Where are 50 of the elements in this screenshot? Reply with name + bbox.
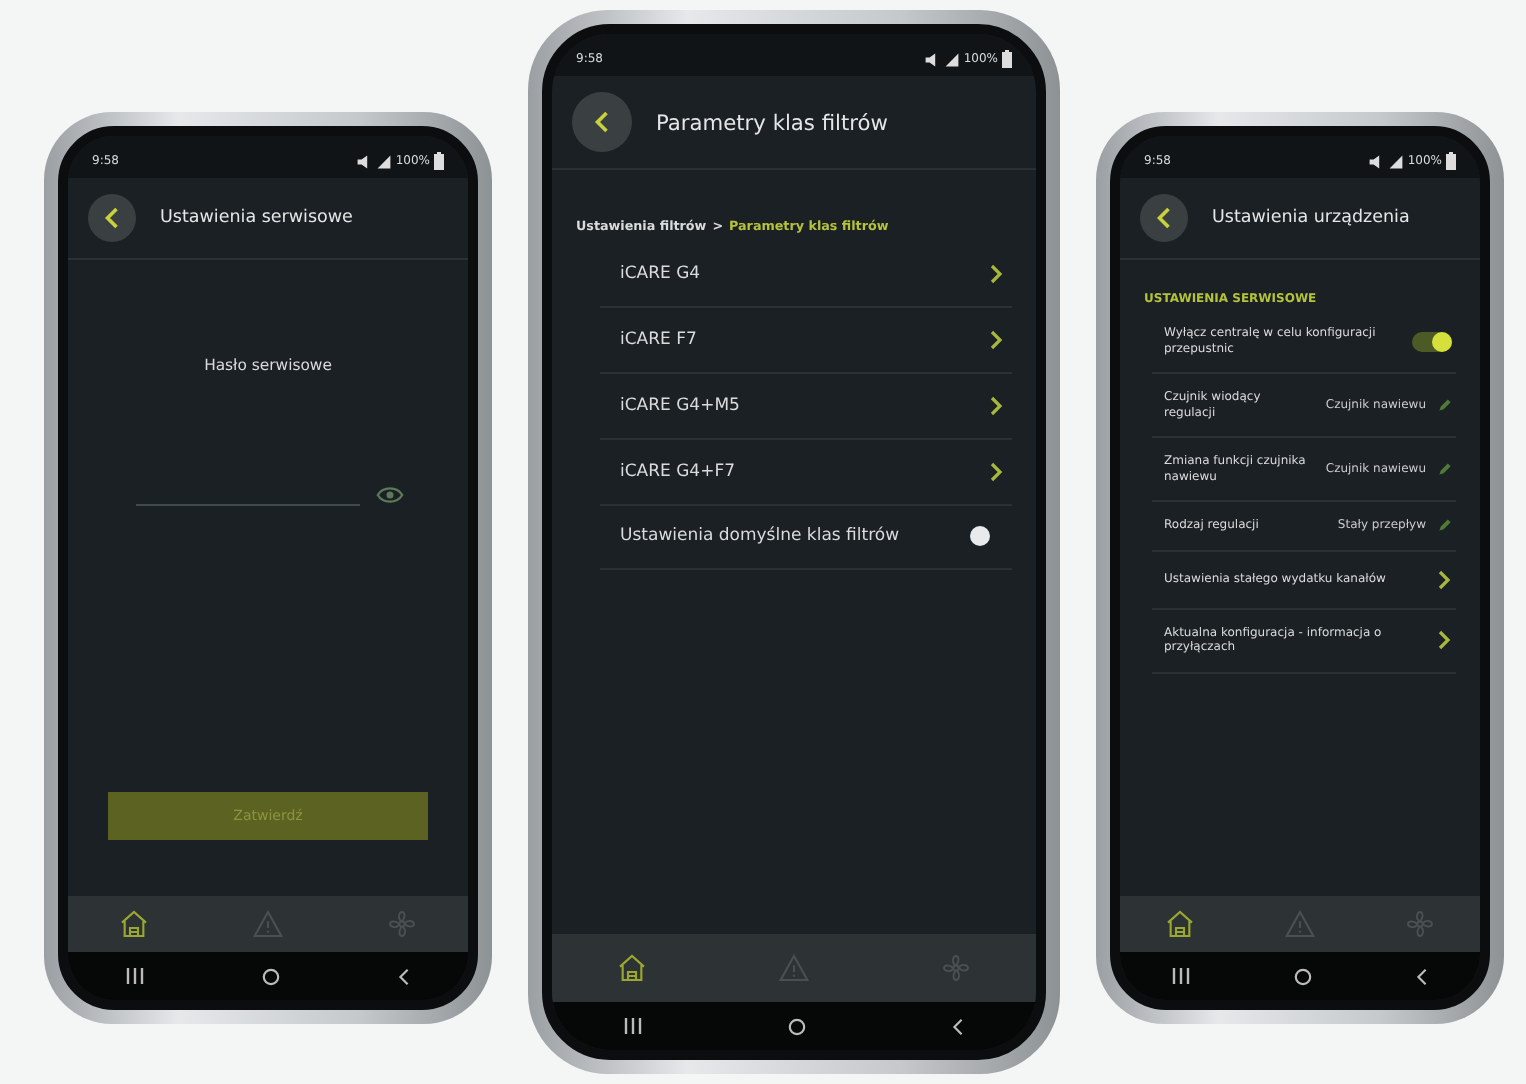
signal-icon — [943, 51, 960, 67]
home-circle-icon[interactable] — [1294, 967, 1312, 985]
chevron-right-icon — [1436, 567, 1452, 591]
home-circle-icon[interactable] — [787, 1017, 806, 1035]
toggle-switch[interactable] — [1412, 331, 1452, 351]
recent-apps-icon[interactable] — [126, 968, 145, 984]
chevron-right-icon — [988, 460, 1004, 484]
back-icon[interactable] — [397, 967, 410, 985]
home-circle-icon[interactable] — [261, 967, 280, 985]
menu-row[interactable]: iCARE F7 — [600, 308, 1012, 374]
row-label: iCARE F7 — [620, 329, 699, 351]
home-icon[interactable] — [616, 952, 649, 984]
home-icon[interactable] — [1164, 908, 1196, 940]
back-chevron-icon — [594, 110, 610, 134]
volume-icon — [923, 51, 940, 67]
chevron-right-icon — [988, 262, 1004, 286]
signal-icon — [1387, 153, 1404, 169]
row-label: iCARE G4 — [620, 263, 703, 285]
pencil-icon — [1438, 518, 1452, 533]
back-icon[interactable] — [1416, 967, 1428, 985]
back-button[interactable] — [1140, 194, 1188, 242]
signal-icon — [375, 153, 392, 169]
eye-icon[interactable] — [376, 486, 404, 504]
back-chevron-icon — [1156, 206, 1172, 230]
chevron-right-icon — [988, 328, 1004, 352]
back-chevron-icon — [104, 206, 120, 230]
chevron-right-icon — [988, 394, 1004, 418]
back-icon[interactable] — [951, 1017, 964, 1035]
recent-apps-icon[interactable] — [1172, 968, 1190, 984]
volume-icon — [355, 153, 372, 169]
battery-icon — [1446, 152, 1456, 170]
recent-apps-icon[interactable] — [624, 1018, 643, 1034]
screen-title: Ustawienia urządzenia — [1212, 208, 1410, 228]
row-label: iCARE G4+F7 — [620, 461, 738, 483]
menu-row[interactable]: iCARE G4 — [600, 242, 1012, 308]
menu-row[interactable]: iCARE G4+F7 — [600, 440, 1012, 506]
back-button[interactable] — [88, 194, 136, 242]
pencil-icon — [1438, 462, 1452, 476]
battery-icon — [1002, 50, 1012, 68]
menu-row[interactable]: iCARE G4+M5 — [600, 374, 1012, 440]
volume-icon — [1367, 153, 1384, 169]
chevron-right-icon — [1436, 628, 1452, 652]
row-label: Ustawienia domyślne klas filtrów — [620, 526, 902, 548]
home-icon[interactable] — [118, 908, 151, 940]
screen-title: Parametry klas filtrów — [656, 109, 888, 135]
battery-icon — [434, 152, 444, 170]
back-button[interactable] — [572, 92, 632, 152]
screen-title: Ustawienia serwisowe — [160, 208, 353, 228]
row-label: iCARE G4+M5 — [620, 395, 742, 417]
pencil-icon — [1438, 398, 1452, 412]
